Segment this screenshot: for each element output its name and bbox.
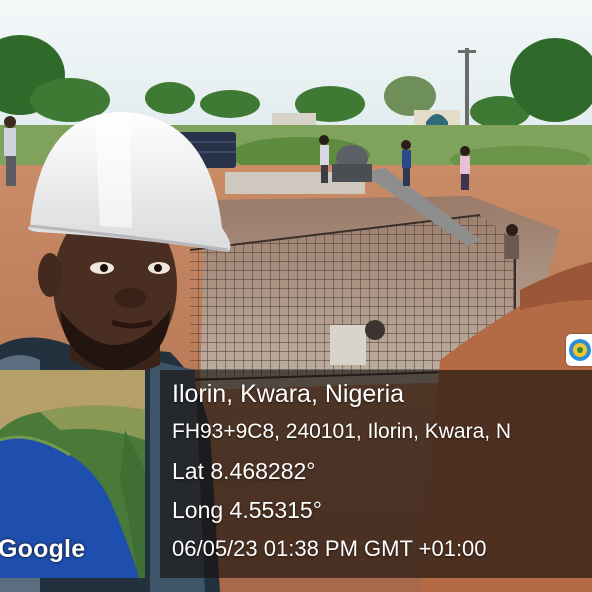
google-logo: Google	[0, 535, 86, 563]
map-pin-badge[interactable]	[566, 334, 592, 366]
geotag-info-panel: Ilorin, Kwara, Nigeria FH93+9C8, 240101,…	[160, 370, 592, 578]
timestamp-value: 06/05/23 01:38 PM GMT +01:00	[172, 536, 487, 561]
location-place: Ilorin, Kwara, Nigeria	[172, 380, 405, 408]
location-address: FH93+9C8, 240101, Ilorin, Kwara, N	[172, 420, 512, 443]
longitude-value: Long 4.55315°	[172, 497, 322, 523]
map-pin-icon	[569, 339, 591, 361]
location-map-thumbnail[interactable]: Google	[0, 370, 145, 578]
latitude-value: Lat 8.468282°	[172, 458, 316, 484]
